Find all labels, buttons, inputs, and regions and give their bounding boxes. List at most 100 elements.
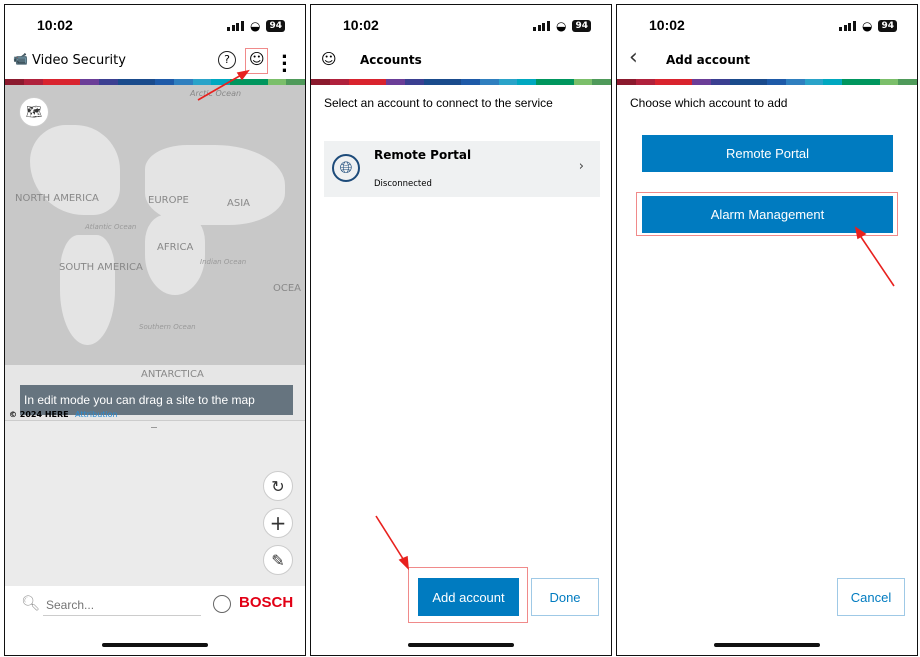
account-item-remote-portal[interactable]: 🌐︎ Remote Portal Disconnected › <box>324 141 600 197</box>
stripe-segment <box>804 79 824 85</box>
camera-icon: 📹 <box>13 52 28 66</box>
stripe-segment <box>442 79 461 85</box>
stripe-segment <box>404 79 424 85</box>
stripe-segment <box>748 79 767 85</box>
bottom-bar: 🔍︎ BOSCH <box>5 586 305 626</box>
stripe-segment <box>785 79 805 85</box>
account-name: Remote Portal <box>374 148 472 162</box>
stripe-segment <box>710 79 730 85</box>
chevron-right-icon: › <box>578 159 584 174</box>
stripe-segment <box>842 79 861 85</box>
done-button[interactable]: Done <box>531 578 599 616</box>
globe-icon: 🌐︎ <box>332 154 360 182</box>
map-label: SOUTH AMERICA <box>59 262 143 273</box>
wifi-icon: ◒ <box>249 19 261 33</box>
account-icon: ☺ <box>321 50 337 68</box>
status-bar: 10:02 ◒ 94 <box>617 17 917 37</box>
page-title: Add account <box>666 53 751 67</box>
stripe-segment <box>729 79 749 85</box>
edit-pencil-icon[interactable]: ✎ <box>263 545 293 575</box>
stripe-segment <box>423 79 443 85</box>
page-title: Accounts <box>360 53 422 67</box>
stripe-segment <box>823 79 842 85</box>
stripe-segment <box>860 79 880 85</box>
home-indicator <box>102 643 208 647</box>
app-header: 📹 Video Security ? ☺ ... <box>5 44 305 77</box>
map-label: ANTARCTICA <box>141 369 204 380</box>
status-bar: 10:02 ◒ 94 <box>311 17 611 37</box>
map-label: Indian Ocean <box>200 258 247 266</box>
map-label: NORTH AMERICA <box>15 193 99 204</box>
wifi-icon: ◒ <box>861 19 873 33</box>
world-map[interactable]: Arctic Ocean NORTH AMERICA EUROPE ASIA A… <box>5 85 305 420</box>
map-label: OCEA <box>273 283 302 294</box>
stripe-segment <box>461 79 480 85</box>
stripe-segment <box>536 79 555 85</box>
app-title: Video Security <box>32 53 126 68</box>
stripe-segment <box>517 79 536 85</box>
battery-icon: 94 <box>878 20 897 32</box>
stripe-segment <box>573 79 593 85</box>
stripe-segment <box>692 79 711 85</box>
status-time: 10:02 <box>649 17 685 33</box>
wifi-icon: ◒ <box>555 19 567 33</box>
site-list-panel: ↻ + ✎ <box>5 420 305 586</box>
status-time: 10:02 <box>37 17 73 33</box>
map-copyright: © 2024 HERE <box>9 410 69 419</box>
stripe-segment <box>554 79 574 85</box>
screen-add-account: 10:02 ◒ 94 ‹ Add account Choose which acc… <box>616 4 918 656</box>
drag-handle[interactable] <box>151 427 157 428</box>
zoom-in-icon[interactable]: + <box>263 508 293 538</box>
search-icon: 🔍︎ <box>21 594 41 612</box>
status-bar: 10:02 ◒ 94 <box>5 17 305 37</box>
alarm-management-button[interactable]: Alarm Management <box>642 196 893 233</box>
home-indicator <box>408 643 514 647</box>
more-options-icon[interactable]: ... <box>281 44 288 76</box>
back-chevron-icon[interactable]: ‹ <box>629 45 638 70</box>
remote-portal-button[interactable]: Remote Portal <box>642 135 893 172</box>
screen-accounts: 10:02 ◒ 94 ☺ Accounts Select an account t… <box>310 4 612 656</box>
battery-icon: 94 <box>572 20 591 32</box>
attribution-link[interactable]: Attribution <box>75 410 118 419</box>
stripe-segment <box>673 79 692 85</box>
map-label: ASIA <box>227 198 250 209</box>
account-status: Disconnected <box>374 179 432 189</box>
instruction-text: Select an account to connect to the serv… <box>324 96 553 110</box>
help-icon[interactable]: ? <box>218 51 236 69</box>
brand-stripe <box>617 79 917 85</box>
bosch-logo: BOSCH <box>239 594 294 611</box>
signal-icon <box>839 21 856 31</box>
add-account-button[interactable]: Add account <box>418 578 519 616</box>
search-input[interactable] <box>43 594 201 616</box>
app-header: ☺ Accounts <box>311 47 611 77</box>
home-indicator <box>714 643 820 647</box>
account-icon[interactable]: ☺ <box>249 50 265 68</box>
screen-video-security: 10:02 ◒ 94 📹 Video Security ? ☺ ... Arcti… <box>4 4 306 656</box>
map-label: AFRICA <box>157 242 194 253</box>
bosch-logo-icon <box>213 595 231 613</box>
stripe-segment <box>367 79 386 85</box>
stripe-segment <box>592 79 611 85</box>
stripe-segment <box>498 79 518 85</box>
stripe-segment <box>879 79 899 85</box>
stripe-segment <box>767 79 786 85</box>
stripe-segment <box>386 79 405 85</box>
map-label: Atlantic Ocean <box>85 223 137 231</box>
map-label: Southern Ocean <box>139 323 196 331</box>
signal-icon <box>227 21 244 31</box>
map-label: Arctic Ocean <box>190 89 242 98</box>
stripe-segment <box>311 79 330 85</box>
brand-stripe <box>311 79 611 85</box>
map-layers-icon[interactable]: 🗺 <box>19 97 49 127</box>
cancel-button[interactable]: Cancel <box>837 578 905 616</box>
stripe-segment <box>898 79 917 85</box>
status-time: 10:02 <box>343 17 379 33</box>
stripe-segment <box>654 79 674 85</box>
refresh-icon[interactable]: ↻ <box>263 471 293 501</box>
battery-icon: 94 <box>266 20 285 32</box>
map-label: EUROPE <box>148 195 189 206</box>
stripe-segment <box>329 79 349 85</box>
stripe-segment <box>479 79 499 85</box>
signal-icon <box>533 21 550 31</box>
app-header: ‹ Add account <box>617 45 917 77</box>
